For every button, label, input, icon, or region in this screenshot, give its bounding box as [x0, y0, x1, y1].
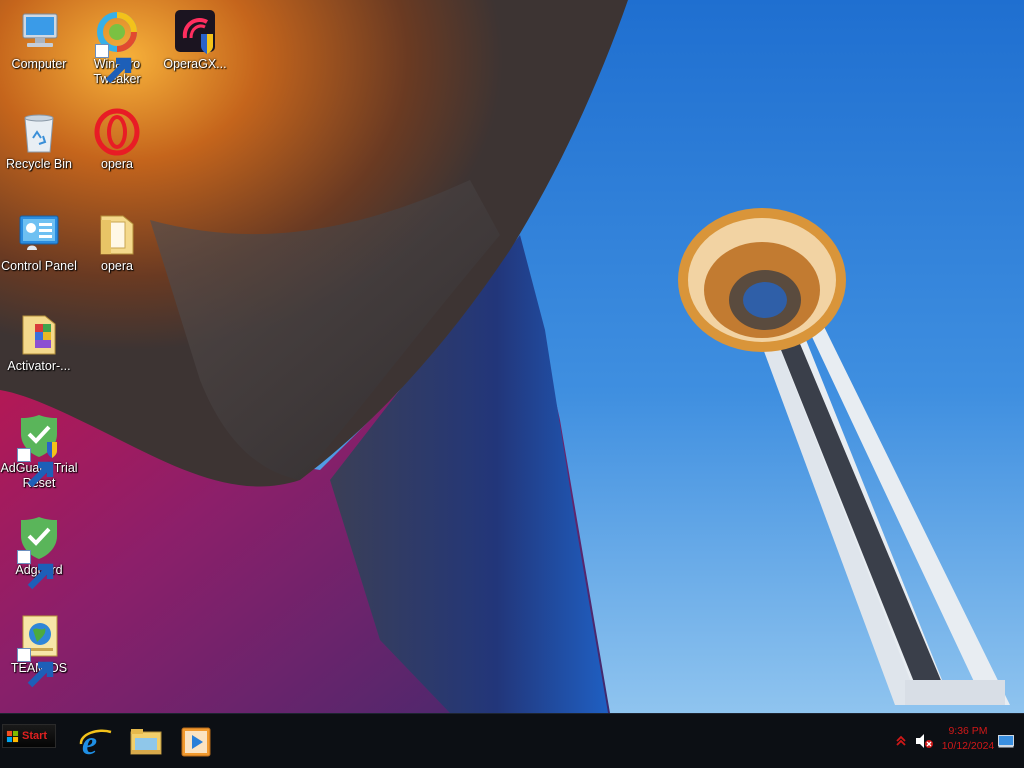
desktop-icon-label: opera — [101, 259, 133, 273]
desktop-icon-label: Control Panel — [1, 259, 77, 273]
desktop-icon-operagx-setup[interactable]: OperaGX... — [156, 8, 234, 72]
volume-muted-icon[interactable] — [914, 732, 934, 750]
computer-icon — [15, 8, 63, 56]
desktop-icon-label: opera — [101, 157, 133, 171]
desktop-icon-adguard-trial-reset[interactable]: AdGuard Trial Reset — [0, 412, 78, 491]
winaero-tweaker-icon — [93, 8, 141, 84]
desktop-icon-opera-folder[interactable]: opera — [78, 210, 156, 274]
desktop-icon-team-os[interactable]: TEAM OS — [0, 612, 78, 688]
show-desktop-icon[interactable] — [998, 735, 1014, 748]
desktop-icon-winaero-tweaker[interactable]: Winaero Tweaker — [78, 8, 156, 87]
desktop-icon-label: OperaGX... — [163, 57, 227, 71]
desktop-icon-adguard[interactable]: Adguard — [0, 514, 78, 590]
taskbar-internet-explorer[interactable]: e — [78, 724, 114, 760]
desktop-icon-recycle-bin[interactable]: Recycle Bin — [0, 108, 78, 172]
shortcut-arrow-icon — [95, 44, 132, 84]
taskbar: Start e 9:36 PM 10/12/2024 — [0, 713, 1024, 768]
taskbar-media-player[interactable] — [178, 724, 214, 760]
media-player-icon — [181, 727, 211, 757]
adguard-shield-icon — [15, 412, 63, 488]
globe-document-icon — [15, 612, 63, 688]
windows-flag-icon — [6, 730, 19, 742]
start-label: Start — [22, 730, 48, 742]
internet-explorer-icon: e — [79, 725, 112, 760]
system-clock[interactable]: 9:36 PM 10/12/2024 — [936, 724, 1000, 754]
desktop-icon-activator-folder[interactable]: Activator-... — [0, 310, 78, 374]
chevron-up-icon[interactable] — [895, 734, 907, 746]
shortcut-arrow-icon — [17, 550, 54, 590]
shortcut-arrow-icon — [17, 648, 54, 688]
clock-date: 10/12/2024 — [941, 740, 995, 752]
wallpaper-image — [0, 0, 1024, 713]
desktop-icon-label: Recycle Bin — [6, 157, 72, 171]
opera-icon — [93, 108, 141, 156]
recycle-bin-icon — [15, 108, 63, 156]
desktop-icon-computer[interactable]: Computer — [0, 8, 78, 72]
desktop-icon-label: Computer — [11, 57, 67, 71]
operagx-installer-icon — [171, 8, 219, 56]
folder-icon — [15, 310, 63, 358]
taskbar-file-explorer[interactable] — [128, 724, 164, 760]
shortcut-arrow-icon — [17, 448, 54, 488]
desktop-icon-control-panel[interactable]: Control Panel — [0, 210, 78, 274]
desktop-wallpaper — [0, 0, 1024, 713]
adguard-shield-icon — [15, 514, 63, 590]
folder-icon — [93, 210, 141, 258]
file-explorer-icon — [130, 729, 162, 755]
desktop-icon-label: Activator-... — [7, 359, 71, 373]
desktop-icon-opera-browser[interactable]: opera — [78, 108, 156, 172]
clock-time: 9:36 PM — [948, 725, 988, 737]
control-panel-icon — [15, 210, 63, 258]
start-button[interactable]: Start — [2, 724, 56, 748]
